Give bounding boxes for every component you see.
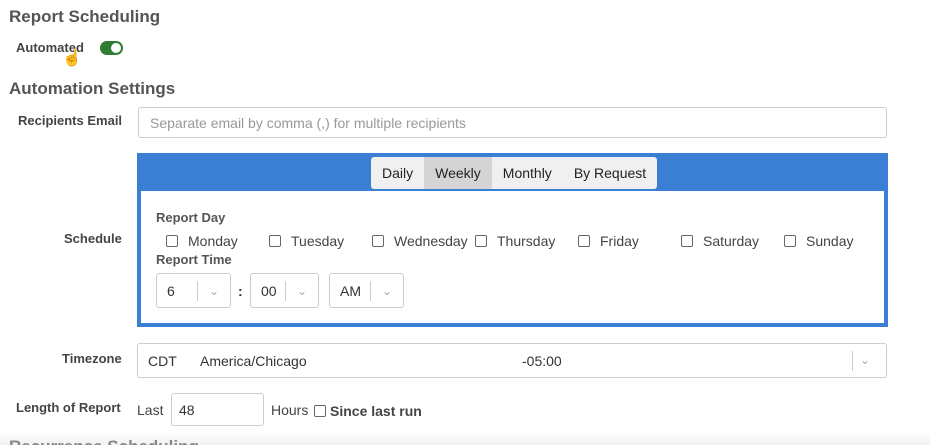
timezone-name: America/Chicago [200, 353, 307, 369]
day-friday[interactable]: Friday [578, 233, 639, 249]
select-divider [852, 351, 853, 371]
timezone-abbr: CDT [148, 353, 177, 369]
day-tuesday[interactable]: Tuesday [269, 233, 344, 249]
saturday-checkbox[interactable] [681, 235, 693, 247]
day-wednesday[interactable]: Wednesday [372, 233, 468, 249]
monday-checkbox[interactable] [166, 235, 178, 247]
chevron-down-icon[interactable]: ⌄ [371, 284, 403, 298]
time-colon: : [238, 283, 243, 299]
automated-toggle[interactable] [100, 41, 123, 55]
day-label: Tuesday [291, 233, 345, 249]
since-last-run-checkbox[interactable] [314, 405, 326, 417]
schedule-label: Schedule [64, 231, 122, 246]
chevron-down-icon[interactable]: ⌄ [860, 353, 870, 367]
hand-pointer-icon: ☝ [62, 50, 82, 67]
day-label: Wednesday [394, 233, 468, 249]
recipients-email-input[interactable] [138, 107, 887, 138]
timezone-select[interactable]: CDT America/Chicago -05:00 ⌄ [137, 343, 887, 378]
length-of-report-label: Length of Report [16, 400, 121, 415]
recipients-email-label: Recipients Email [18, 113, 123, 128]
tab-monthly[interactable]: Monthly [492, 157, 563, 189]
report-time-label: Report Time [156, 252, 232, 267]
report-scheduling-title: Report Scheduling [9, 7, 161, 26]
day-thursday[interactable]: Thursday [475, 233, 555, 249]
hour-select[interactable]: 6 ⌄ [156, 273, 231, 308]
ampm-select[interactable]: AM ⌄ [329, 273, 404, 308]
tab-by-request[interactable]: By Request [563, 157, 657, 189]
tab-daily[interactable]: Daily [371, 157, 424, 189]
length-prefix: Last [137, 402, 164, 418]
day-label: Sunday [806, 233, 854, 249]
minute-select[interactable]: 00 ⌄ [250, 273, 319, 308]
day-label: Thursday [497, 233, 556, 249]
tuesday-checkbox[interactable] [269, 235, 281, 247]
next-section-title: Recurrence Scheduling [9, 437, 199, 445]
tab-weekly[interactable]: Weekly [424, 157, 492, 189]
friday-checkbox[interactable] [578, 235, 590, 247]
wednesday-checkbox[interactable] [372, 235, 384, 247]
automation-settings-title: Automation Settings [9, 79, 176, 98]
thursday-checkbox[interactable] [475, 235, 487, 247]
chevron-down-icon[interactable]: ⌄ [286, 284, 318, 298]
length-hours-input[interactable] [171, 393, 264, 426]
day-label: Friday [600, 233, 639, 249]
day-saturday[interactable]: Saturday [681, 233, 759, 249]
sunday-checkbox[interactable] [784, 235, 796, 247]
chevron-down-icon[interactable]: ⌄ [198, 284, 230, 298]
day-sunday[interactable]: Sunday [784, 233, 853, 249]
report-day-label: Report Day [156, 210, 226, 225]
ampm-value: AM [340, 282, 361, 299]
timezone-offset: -05:00 [522, 353, 562, 369]
minute-value: 00 [261, 282, 277, 299]
length-unit: Hours [271, 402, 309, 418]
since-last-run[interactable]: Since last run [314, 403, 422, 419]
day-label: Saturday [703, 233, 760, 249]
timezone-label: Timezone [62, 351, 122, 366]
hour-value: 6 [167, 282, 175, 299]
day-monday[interactable]: Monday [166, 233, 238, 249]
since-last-run-label: Since last run [330, 403, 422, 419]
day-label: Monday [188, 233, 238, 249]
schedule-tabs: Daily Weekly Monthly By Request [371, 157, 658, 189]
